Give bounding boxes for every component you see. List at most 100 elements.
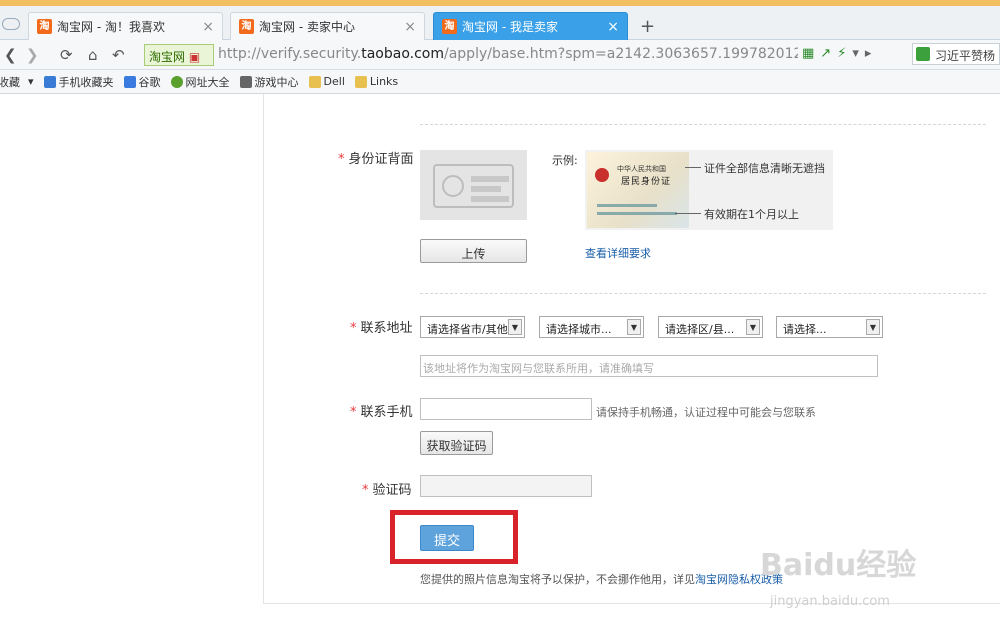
id-back-placeholder <box>420 150 527 220</box>
google-icon <box>123 75 136 88</box>
address-bar[interactable]: http://verify.security.taobao.com/apply/… <box>218 46 798 62</box>
tab-title: 淘宝网 - 淘！我喜欢 <box>57 20 165 34</box>
share-icon[interactable]: ↗ <box>820 46 837 61</box>
taobao-favicon-icon: 淘 <box>37 19 52 34</box>
tab-i-am-seller[interactable]: 淘 淘宝网 - 我是卖家 × <box>433 12 628 40</box>
select-value: 请选择... <box>783 323 827 336</box>
code-input[interactable] <box>420 475 592 497</box>
folder-icon <box>354 75 367 88</box>
card-line <box>597 212 677 215</box>
baidu-watermark-url: jingyan.baidu.com <box>770 594 890 609</box>
bookmark-label: 收藏 <box>0 75 20 89</box>
refresh-icon[interactable]: ⟳ <box>60 46 73 64</box>
url-prefix: http://verify.security. <box>218 46 362 62</box>
new-tab-button[interactable]: + <box>640 16 655 37</box>
section-divider <box>420 124 986 125</box>
get-code-button[interactable]: 获取验证码 <box>420 431 493 455</box>
bookmark-label: 谷歌 <box>138 75 161 89</box>
example-card-line2: 居民身份证 <box>621 177 672 187</box>
required-mark: * <box>350 321 357 336</box>
bookmark-google[interactable]: 谷歌 <box>123 74 161 90</box>
forward-icon[interactable]: ❯ <box>26 46 39 64</box>
example-note-1: 证件全部信息清晰无遮挡 <box>704 162 825 175</box>
address-label: * 联系地址 <box>350 317 413 336</box>
globe-icon <box>170 75 183 88</box>
district-select[interactable]: 请选择区/县... ▼ <box>658 316 763 338</box>
phone-input[interactable] <box>420 398 592 420</box>
id-card-icon <box>433 164 514 208</box>
city-select[interactable]: 请选择城市... ▼ <box>539 316 644 338</box>
gamepad-icon <box>239 75 252 88</box>
url-rest: /apply/base.htm?spm=a2142.3063657.199782… <box>444 46 798 62</box>
address-input[interactable]: 该地址将作为淘宝网与您联系所用，请准确填写 <box>420 355 878 377</box>
bookmark-mobile[interactable]: 手机收藏夹 <box>43 74 114 90</box>
bookmark-favorites[interactable]: 收藏 ▾ <box>0 74 34 90</box>
chevron-down-icon: ▼ <box>508 319 522 335</box>
detail-requirements-link[interactable]: 查看详细要求 <box>585 245 651 261</box>
example-image: 中华人民共和国 居民身份证 证件全部信息清晰无遮挡 有效期在1个月以上 <box>585 150 833 230</box>
example-label: 示例: <box>552 154 578 167</box>
search-text: 习近平赞杨 <box>935 49 996 63</box>
example-id-card: 中华人民共和国 居民身份证 <box>587 152 689 228</box>
required-mark: * <box>350 405 357 420</box>
cloud-icon[interactable] <box>2 18 20 30</box>
phone-icon <box>43 75 56 88</box>
province-select[interactable]: 请选择省市/其他 ▼ <box>420 316 525 338</box>
street-select[interactable]: 请选择... ▼ <box>776 316 883 338</box>
card-line <box>471 176 509 182</box>
bookmark-label: Dell <box>323 75 345 88</box>
tab-bar: 淘 淘宝网 - 淘！我喜欢 × 淘 淘宝网 - 卖家中心 × 淘 淘宝网 - 我… <box>0 6 1000 40</box>
taobao-favicon-icon: 淘 <box>239 19 254 34</box>
search-icon <box>916 47 930 61</box>
privacy-note: 您提供的照片信息淘宝将予以保护，不会挪作他用，详见淘宝网隐私权政策 <box>420 571 783 587</box>
example-card-line1: 中华人民共和国 <box>617 165 666 173</box>
phone-hint: 请保持手机畅通，认证过程中可能会与您联系 <box>596 406 816 419</box>
code-label: * 验证码 <box>362 479 412 498</box>
url-domain: taobao.com <box>361 46 444 62</box>
pointer-line <box>685 167 701 168</box>
chevron-down-icon: ▾ <box>28 75 34 88</box>
id-back-label-text: 身份证背面 <box>348 152 414 167</box>
address-label-text: 联系地址 <box>360 321 413 336</box>
required-mark: * <box>362 483 369 498</box>
back-icon[interactable]: ❮ <box>4 46 17 64</box>
dropdown-icon[interactable]: ▾ <box>852 46 865 61</box>
upload-button[interactable]: 上传 <box>420 239 527 263</box>
phone-label: * 联系手机 <box>350 401 413 420</box>
bookmark-label: Links <box>369 75 399 88</box>
select-value: 请选择区/县... <box>665 323 735 336</box>
home-icon[interactable]: ⌂ <box>88 46 98 64</box>
select-value: 请选择省市/其他 <box>427 323 508 336</box>
portrait-icon <box>442 175 464 197</box>
national-emblem-icon <box>595 168 609 182</box>
tab-taobao-home[interactable]: 淘 淘宝网 - 淘！我喜欢 × <box>28 12 223 40</box>
bookmark-label: 游戏中心 <box>254 75 299 89</box>
tab-title: 淘宝网 - 我是卖家 <box>462 20 558 34</box>
chevron-down-icon: ▼ <box>746 319 760 335</box>
bookmark-games[interactable]: 游戏中心 <box>239 74 299 90</box>
tab-title: 淘宝网 - 卖家中心 <box>259 20 355 34</box>
bookmark-label: 手机收藏夹 <box>58 75 114 89</box>
id-back-label: * 身份证背面 <box>338 148 414 167</box>
tab-seller-center[interactable]: 淘 淘宝网 - 卖家中心 × <box>230 12 425 40</box>
folder-icon <box>308 75 321 88</box>
speed-icon[interactable]: ⚡ <box>837 46 852 61</box>
bookmark-links[interactable]: Links <box>354 75 399 88</box>
site-badge-label: 淘宝网 <box>149 50 186 64</box>
example-note-2: 有效期在1个月以上 <box>704 208 799 221</box>
bookmark-hao[interactable]: 网址大全 <box>170 74 230 90</box>
bookmarks-bar: 收藏 ▾ 手机收藏夹 谷歌 网址大全 游戏中心 Dell Links <box>0 70 1000 94</box>
site-badge[interactable]: 淘宝网 ▣ <box>144 44 214 66</box>
bookmark-dell[interactable]: Dell <box>308 75 345 88</box>
close-icon[interactable]: × <box>607 19 619 35</box>
highlight-box <box>390 510 518 564</box>
close-icon[interactable]: × <box>202 19 214 35</box>
search-input[interactable]: 习近平赞杨 <box>912 43 1000 65</box>
certificate-icon: ▣ <box>188 50 201 64</box>
play-icon[interactable]: ▸ <box>865 46 878 61</box>
qr-icon[interactable]: ▦ <box>802 46 820 61</box>
undo-icon[interactable]: ↶ <box>112 46 125 64</box>
close-icon[interactable]: × <box>404 19 416 35</box>
select-value: 请选择城市... <box>546 323 612 336</box>
code-label-text: 验证码 <box>372 483 412 498</box>
